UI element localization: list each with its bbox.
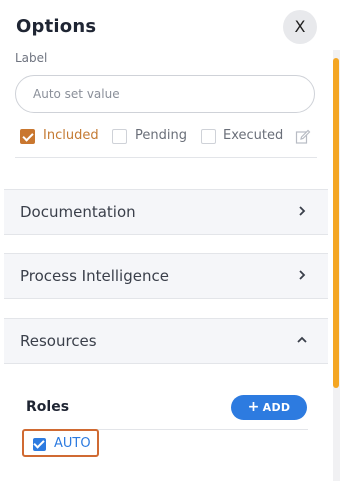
panel-header: Options X — [0, 0, 343, 50]
add-role-button[interactable]: + ADD — [231, 395, 307, 420]
scrollbar-thumb[interactable] — [333, 58, 339, 388]
section-documentation[interactable]: Documentation — [4, 189, 328, 235]
label-input-container — [15, 75, 315, 113]
options-panel: Options X Label Included Pending Execute… — [0, 0, 343, 481]
included-label[interactable]: Included — [43, 128, 99, 143]
section-documentation-label: Documentation — [20, 203, 136, 221]
edit-icon[interactable] — [295, 129, 311, 145]
roles-title: Roles — [26, 399, 70, 415]
pending-label[interactable]: Pending — [135, 128, 187, 143]
chevron-up-icon — [297, 336, 307, 343]
chevron-right-icon — [299, 270, 306, 280]
label-field-label: Label — [15, 51, 48, 65]
chevron-right-icon — [299, 206, 306, 216]
status-divider — [15, 157, 317, 158]
auto-checkbox[interactable] — [33, 438, 46, 451]
pending-checkbox[interactable] — [112, 129, 127, 144]
add-role-label: ADD — [262, 401, 291, 414]
panel-title: Options — [16, 16, 97, 37]
section-process-intelligence[interactable]: Process Intelligence — [4, 253, 328, 299]
plus-icon: + — [247, 399, 260, 415]
label-input[interactable] — [16, 76, 293, 112]
executed-checkbox[interactable] — [201, 129, 216, 144]
close-button[interactable]: X — [283, 10, 317, 44]
role-item-auto[interactable]: AUTO — [22, 429, 99, 457]
auto-label[interactable]: AUTO — [54, 436, 91, 451]
section-process-intelligence-label: Process Intelligence — [20, 267, 169, 285]
section-resources[interactable]: Resources — [4, 318, 328, 364]
executed-label[interactable]: Executed — [223, 128, 283, 143]
section-resources-label: Resources — [20, 332, 97, 350]
included-checkbox[interactable] — [20, 129, 35, 144]
